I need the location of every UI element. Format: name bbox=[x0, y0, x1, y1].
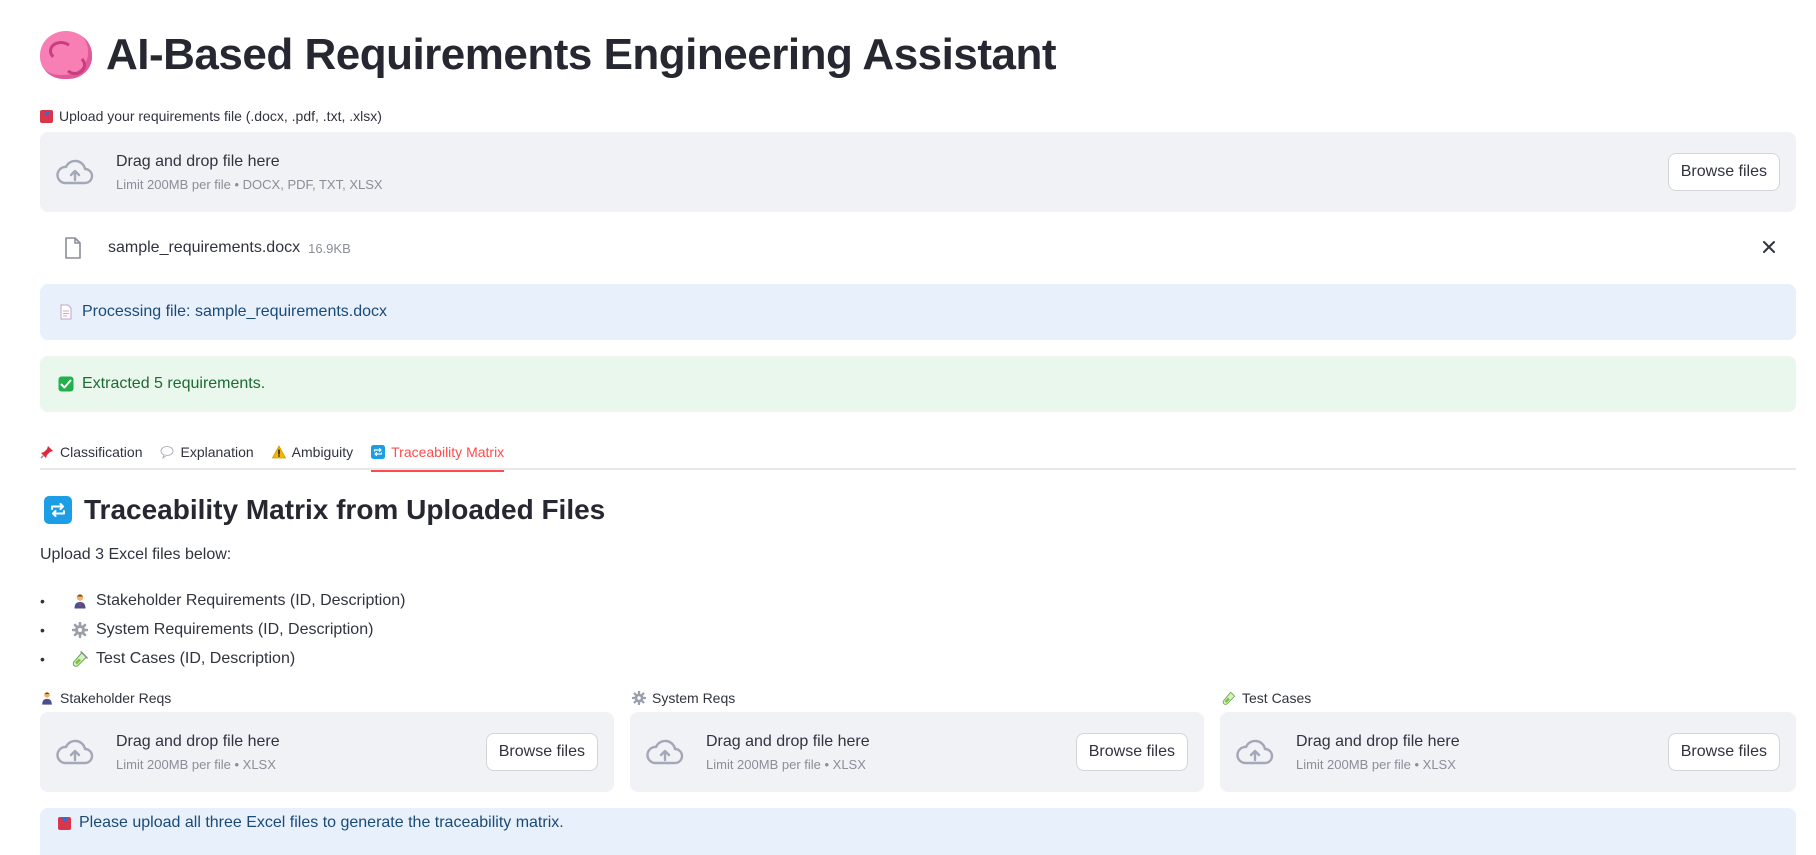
upload-notice-text: Please upload all three Excel files to g… bbox=[79, 814, 564, 831]
inbox-tray-icon bbox=[58, 817, 71, 830]
bullet-system-text: System Requirements (ID, Description) bbox=[96, 620, 374, 638]
dropzone-title: Drag and drop file here bbox=[706, 732, 870, 750]
upload-notice-alert: Please upload all three Excel files to g… bbox=[40, 808, 1796, 855]
tab-traceability-matrix[interactable]: Traceability Matrix bbox=[371, 434, 505, 472]
list-item: • Stakeholder Requirements (ID, Descript… bbox=[40, 591, 406, 609]
brain-icon bbox=[40, 31, 92, 79]
speech-bubble-icon bbox=[160, 446, 174, 459]
stakeholder-uploader-label: Stakeholder Reqs bbox=[40, 690, 171, 706]
system-uploader-label-text: System Reqs bbox=[652, 690, 736, 706]
uploaded-file-row: sample_requirements.docx 16.9KB bbox=[40, 228, 1796, 268]
check-mark-button-icon bbox=[58, 376, 74, 392]
test-cases-uploader-label-text: Test Cases bbox=[1242, 690, 1312, 706]
repeat-icon bbox=[44, 496, 72, 524]
upload-instructions: Upload 3 Excel files below: bbox=[40, 546, 232, 563]
cloud-upload-icon bbox=[56, 739, 94, 765]
gear-icon bbox=[72, 621, 88, 638]
gear-icon bbox=[632, 691, 646, 705]
warning-icon bbox=[271, 445, 286, 459]
stakeholder-icon bbox=[74, 593, 86, 608]
system-dropzone[interactable]: Drag and drop file here Limit 200MB per … bbox=[630, 712, 1204, 792]
close-icon[interactable] bbox=[1762, 240, 1776, 254]
page-facing-up-icon bbox=[60, 304, 72, 320]
uploaded-file-size: 16.9KB bbox=[308, 240, 351, 256]
uploaded-file-name: sample_requirements.docx bbox=[108, 239, 301, 256]
pushpin-icon bbox=[40, 446, 53, 459]
inbox-tray-icon bbox=[40, 109, 53, 123]
app-title: AI-Based Requirements Engineering Assist… bbox=[40, 30, 1056, 80]
main-uploader-label-text: Upload your requirements file (.docx, .p… bbox=[59, 108, 382, 124]
main-dropzone[interactable]: Drag and drop file here Limit 200MB per … bbox=[40, 132, 1796, 212]
tab-explanation-label: Explanation bbox=[180, 444, 254, 460]
extracted-alert: Extracted 5 requirements. bbox=[40, 356, 1796, 412]
cloud-upload-icon bbox=[646, 739, 684, 765]
file-icon bbox=[65, 237, 81, 259]
list-item: • Test Cases (ID, Description) bbox=[40, 649, 296, 667]
system-uploader-label: System Reqs bbox=[632, 690, 735, 706]
traceability-title: Traceability Matrix from Uploaded Files bbox=[44, 494, 605, 526]
extracted-alert-text: Extracted 5 requirements. bbox=[82, 375, 266, 392]
dropzone-limit: Limit 200MB per file • XLSX bbox=[706, 756, 866, 772]
stakeholder-browse-files-button[interactable]: Browse files bbox=[485, 733, 598, 771]
stakeholder-dropzone[interactable]: Drag and drop file here Limit 200MB per … bbox=[40, 712, 614, 792]
processing-alert: Processing file: sample_requirements.doc… bbox=[40, 284, 1796, 340]
stakeholder-icon bbox=[42, 692, 52, 705]
test-cases-uploader-label: Test Cases bbox=[1222, 690, 1311, 706]
repeat-icon bbox=[371, 445, 386, 459]
browse-files-button[interactable]: Browse files bbox=[1667, 153, 1780, 191]
app-title-text: AI-Based Requirements Engineering Assist… bbox=[106, 30, 1056, 79]
page: AI-Based Requirements Engineering Assist… bbox=[0, 0, 1816, 855]
dropzone-limit: Limit 200MB per file • XLSX bbox=[1296, 756, 1456, 772]
cloud-upload-icon bbox=[56, 159, 94, 185]
tab-classification[interactable]: Classification bbox=[40, 434, 142, 470]
stakeholder-uploader-label-text: Stakeholder Reqs bbox=[60, 690, 172, 706]
required-files-list: • Stakeholder Requirements (ID, Descript… bbox=[40, 586, 405, 673]
dropzone-title: Drag and drop file here bbox=[116, 152, 280, 170]
tab-bar: Classification Explanation Ambiguity Tra… bbox=[40, 434, 1796, 472]
test-cases-dropzone[interactable]: Drag and drop file here Limit 200MB per … bbox=[1220, 712, 1796, 792]
bullet-test-cases-text: Test Cases (ID, Description) bbox=[96, 649, 296, 667]
bullet-stakeholder-text: Stakeholder Requirements (ID, Descriptio… bbox=[96, 591, 406, 609]
list-item: • System Requirements (ID, Description) bbox=[40, 620, 374, 638]
tab-classification-label: Classification bbox=[60, 444, 143, 460]
tab-explanation[interactable]: Explanation bbox=[160, 434, 254, 470]
cloud-upload-icon bbox=[1236, 739, 1274, 765]
test-tube-icon bbox=[72, 650, 88, 667]
processing-alert-text: Processing file: sample_requirements.doc… bbox=[82, 303, 388, 320]
dropzone-limit: Limit 200MB per file • DOCX, PDF, TXT, X… bbox=[116, 176, 383, 192]
main-uploader-label: Upload your requirements file (.docx, .p… bbox=[40, 108, 382, 124]
test-tube-icon bbox=[1222, 691, 1236, 705]
test-cases-browse-files-button[interactable]: Browse files bbox=[1667, 733, 1780, 771]
dropzone-limit: Limit 200MB per file • XLSX bbox=[116, 756, 276, 772]
dropzone-title: Drag and drop file here bbox=[1296, 732, 1460, 750]
tab-traceability-label: Traceability Matrix bbox=[391, 444, 505, 460]
traceability-title-text: Traceability Matrix from Uploaded Files bbox=[84, 494, 606, 525]
tab-ambiguity-label: Ambiguity bbox=[291, 444, 354, 460]
tab-ambiguity[interactable]: Ambiguity bbox=[271, 434, 354, 470]
system-browse-files-button[interactable]: Browse files bbox=[1075, 733, 1188, 771]
dropzone-title: Drag and drop file here bbox=[116, 732, 280, 750]
